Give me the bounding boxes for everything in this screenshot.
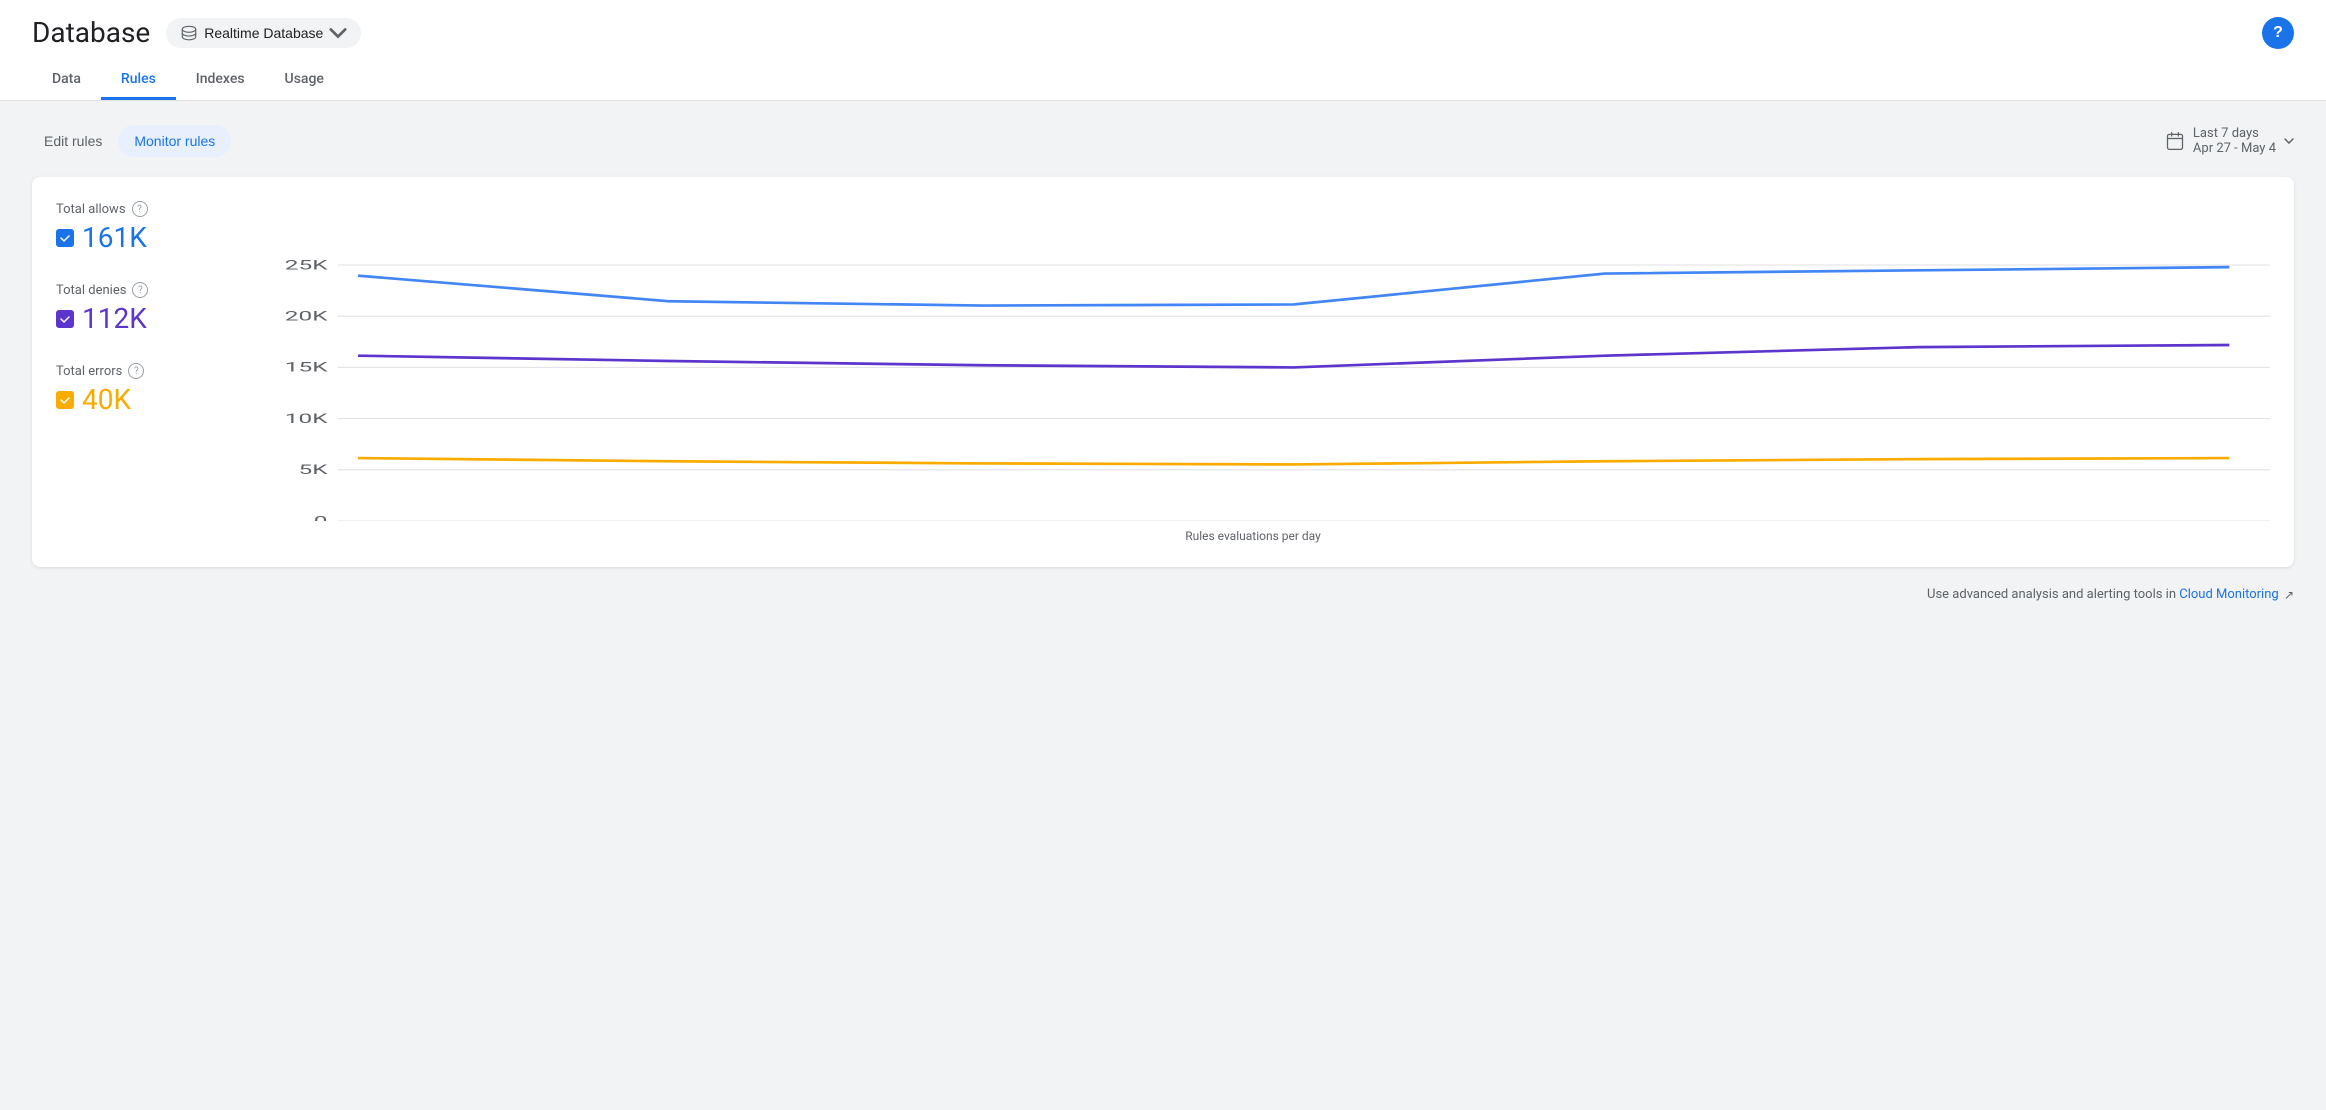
tab-indexes[interactable]: Indexes bbox=[176, 61, 265, 100]
errors-line bbox=[358, 458, 2229, 464]
legend-value-denies: 112K bbox=[56, 302, 216, 335]
denies-value: 112K bbox=[82, 302, 147, 335]
tabs-nav: Data Rules Indexes Usage bbox=[32, 61, 2294, 100]
help-button[interactable]: ? bbox=[2262, 17, 2294, 49]
chart-x-label: Rules evaluations per day bbox=[236, 529, 2270, 543]
main-content: Edit rules Monitor rules Last 7 days Apr… bbox=[0, 101, 2326, 626]
legend-item-errors: Total errors ? 40K bbox=[56, 363, 216, 416]
date-range-text: Last 7 days Apr 27 - May 4 bbox=[2193, 126, 2276, 156]
cloud-monitoring-link[interactable]: Cloud Monitoring bbox=[2179, 587, 2278, 602]
tab-usage[interactable]: Usage bbox=[265, 61, 344, 100]
chart-svg-wrap: 25K 20K 15K 10K 5K 0 Apr 28 Apr 29 Apr 3… bbox=[236, 201, 2270, 521]
date-chevron-icon bbox=[2284, 138, 2294, 144]
check-icon-3 bbox=[59, 394, 71, 406]
legend-value-allows: 161K bbox=[56, 221, 216, 254]
database-icon bbox=[180, 24, 198, 42]
calendar-icon bbox=[2165, 131, 2185, 151]
toolbar: Edit rules Monitor rules Last 7 days Apr… bbox=[32, 125, 2294, 157]
chart-svg: 25K 20K 15K 10K 5K 0 Apr 28 Apr 29 Apr 3… bbox=[236, 201, 2270, 521]
monitor-rules-button[interactable]: Monitor rules bbox=[118, 125, 231, 157]
legend-value-errors: 40K bbox=[56, 383, 216, 416]
date-range-line2: Apr 27 - May 4 bbox=[2193, 141, 2276, 156]
svg-text:25K: 25K bbox=[285, 257, 329, 272]
svg-text:15K: 15K bbox=[285, 360, 329, 375]
allows-help-icon[interactable]: ? bbox=[132, 201, 148, 217]
denies-line bbox=[358, 345, 2229, 367]
legend-label-allows: Total allows ? bbox=[56, 201, 216, 217]
errors-value: 40K bbox=[82, 383, 131, 416]
errors-checkbox[interactable] bbox=[56, 391, 74, 409]
legend-allows-text: Total allows bbox=[56, 202, 126, 217]
errors-help-icon[interactable]: ? bbox=[128, 363, 144, 379]
footer-text: Use advanced analysis and alerting tools… bbox=[1927, 587, 2179, 602]
legend-item-denies: Total denies ? 112K bbox=[56, 282, 216, 335]
legend-errors-text: Total errors bbox=[56, 364, 122, 379]
top-bar: Database Realtime Database ? Data Rules … bbox=[0, 0, 2326, 101]
svg-text:5K: 5K bbox=[299, 462, 329, 477]
legend-item-allows: Total allows ? 161K bbox=[56, 201, 216, 254]
svg-text:10K: 10K bbox=[285, 411, 329, 426]
allows-checkbox[interactable] bbox=[56, 229, 74, 247]
date-range-selector[interactable]: Last 7 days Apr 27 - May 4 bbox=[2165, 126, 2294, 156]
db-selector-label: Realtime Database bbox=[204, 25, 323, 41]
legend-label-denies: Total denies ? bbox=[56, 282, 216, 298]
chart-layout: Total allows ? 161K bbox=[56, 201, 2270, 543]
check-icon-2 bbox=[59, 313, 71, 325]
tab-rules[interactable]: Rules bbox=[101, 61, 176, 100]
svg-text:20K: 20K bbox=[285, 309, 329, 324]
chart-area: 25K 20K 15K 10K 5K 0 Apr 28 Apr 29 Apr 3… bbox=[236, 201, 2270, 543]
allows-line bbox=[358, 267, 2229, 305]
denies-checkbox[interactable] bbox=[56, 310, 74, 328]
chart-legend: Total allows ? 161K bbox=[56, 201, 236, 543]
legend-denies-text: Total denies bbox=[56, 283, 126, 298]
date-range-line1: Last 7 days bbox=[2193, 126, 2276, 141]
footer-note: Use advanced analysis and alerting tools… bbox=[32, 587, 2294, 602]
external-link-icon: ↗ bbox=[2284, 588, 2294, 602]
allows-value: 161K bbox=[82, 221, 147, 254]
edit-rules-button[interactable]: Edit rules bbox=[32, 125, 114, 157]
check-icon bbox=[59, 232, 71, 244]
page-title: Database bbox=[32, 16, 150, 49]
chevron-down-icon bbox=[329, 24, 347, 42]
tab-data[interactable]: Data bbox=[32, 61, 101, 100]
svg-text:0: 0 bbox=[314, 513, 328, 521]
chart-card: Total allows ? 161K bbox=[32, 177, 2294, 567]
top-row: Database Realtime Database ? bbox=[32, 16, 2294, 49]
legend-label-errors: Total errors ? bbox=[56, 363, 216, 379]
denies-help-icon[interactable]: ? bbox=[132, 282, 148, 298]
db-selector-button[interactable]: Realtime Database bbox=[166, 18, 361, 48]
